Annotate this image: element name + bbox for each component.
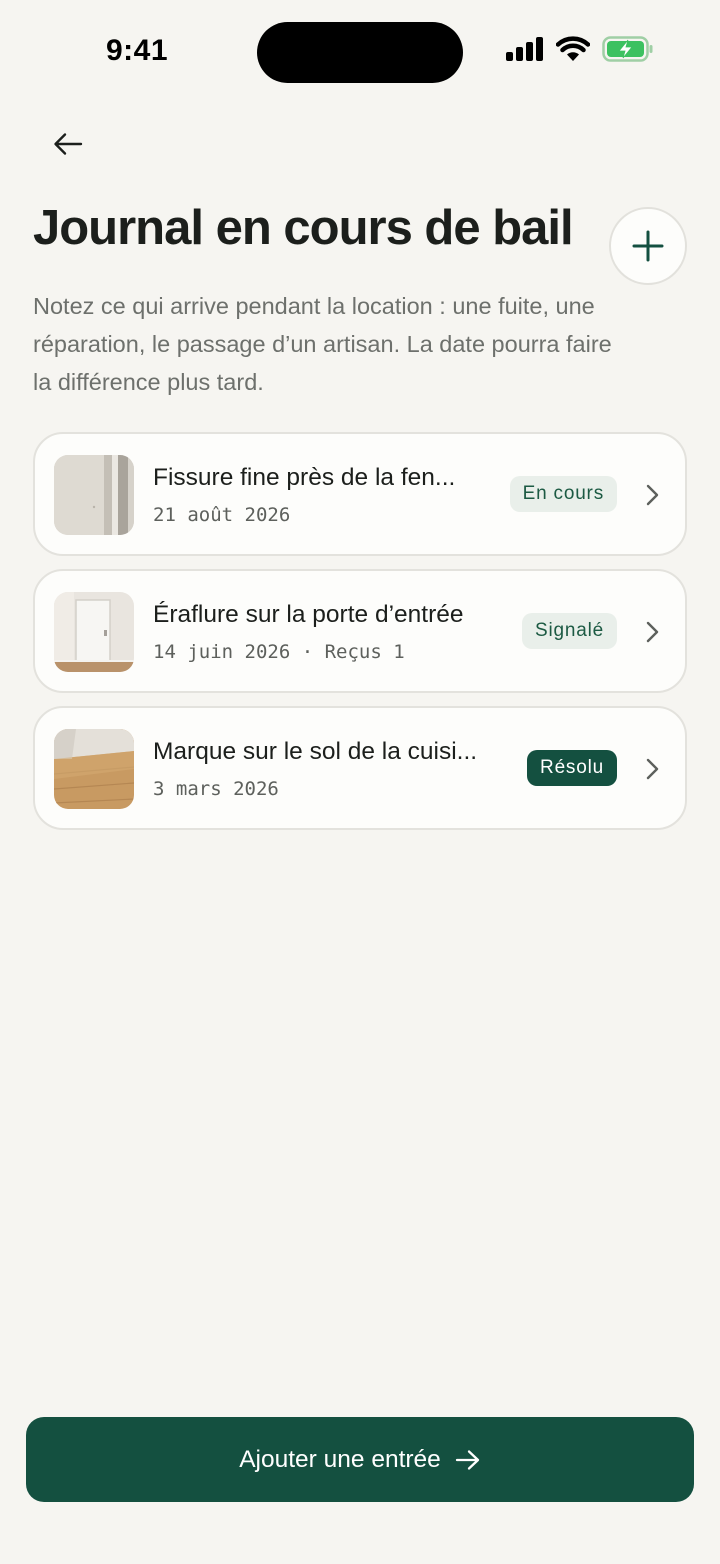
add-entry-button[interactable]: Ajouter une entrée: [26, 1417, 694, 1502]
signal-icon: [506, 37, 543, 61]
back-button[interactable]: [44, 122, 92, 166]
page-subtitle: Notez ce qui arrive pendant la location …: [33, 293, 612, 395]
wifi-icon: [556, 36, 590, 61]
dynamic-island: [257, 22, 463, 83]
chevron-right-icon: [646, 758, 659, 780]
chevron-right-icon: [646, 484, 659, 506]
plus-icon: [632, 230, 664, 262]
entry-title: Éraflure sur la porte d’entrée: [153, 601, 464, 628]
entry-card[interactable]: Marque sur le sol de la cuisi... 3 mars …: [33, 706, 687, 830]
entry-title: Marque sur le sol de la cuisi...: [153, 738, 478, 765]
status-bar: 9:41: [0, 0, 720, 100]
arrow-right-icon: [455, 1449, 479, 1470]
entry-meta: 14 juin 2026 · Reçus 1: [153, 641, 405, 663]
page-title: Journal en cours de bail: [33, 201, 574, 255]
status-badge: Résolu: [527, 750, 617, 786]
entry-card[interactable]: Éraflure sur la porte d’entrée 14 juin 2…: [33, 569, 687, 693]
entry-list: Fissure fine près de la fen... 21 août 2…: [33, 432, 687, 843]
door-photo-thumbnail: [54, 592, 134, 672]
status-icons: [506, 36, 654, 62]
floor-photo-thumbnail: [54, 729, 134, 809]
wall-photo-thumbnail: [54, 455, 134, 535]
add-entry-icon-button[interactable]: [609, 207, 687, 285]
battery-charging-icon: [602, 36, 653, 62]
entry-date: 3 mars 2026: [153, 778, 279, 800]
entry-date: 21 août 2026: [153, 504, 291, 526]
status-badge: Signalé: [522, 613, 617, 649]
arrow-left-icon: [54, 133, 83, 155]
entry-card[interactable]: Fissure fine près de la fen... 21 août 2…: [33, 432, 687, 556]
entry-title: Fissure fine près de la fen...: [153, 464, 456, 491]
add-entry-label: Ajouter une entrée: [239, 1445, 441, 1473]
status-badge: En cours: [509, 476, 617, 512]
chevron-right-icon: [646, 621, 659, 643]
status-time: 9:41: [106, 34, 169, 67]
